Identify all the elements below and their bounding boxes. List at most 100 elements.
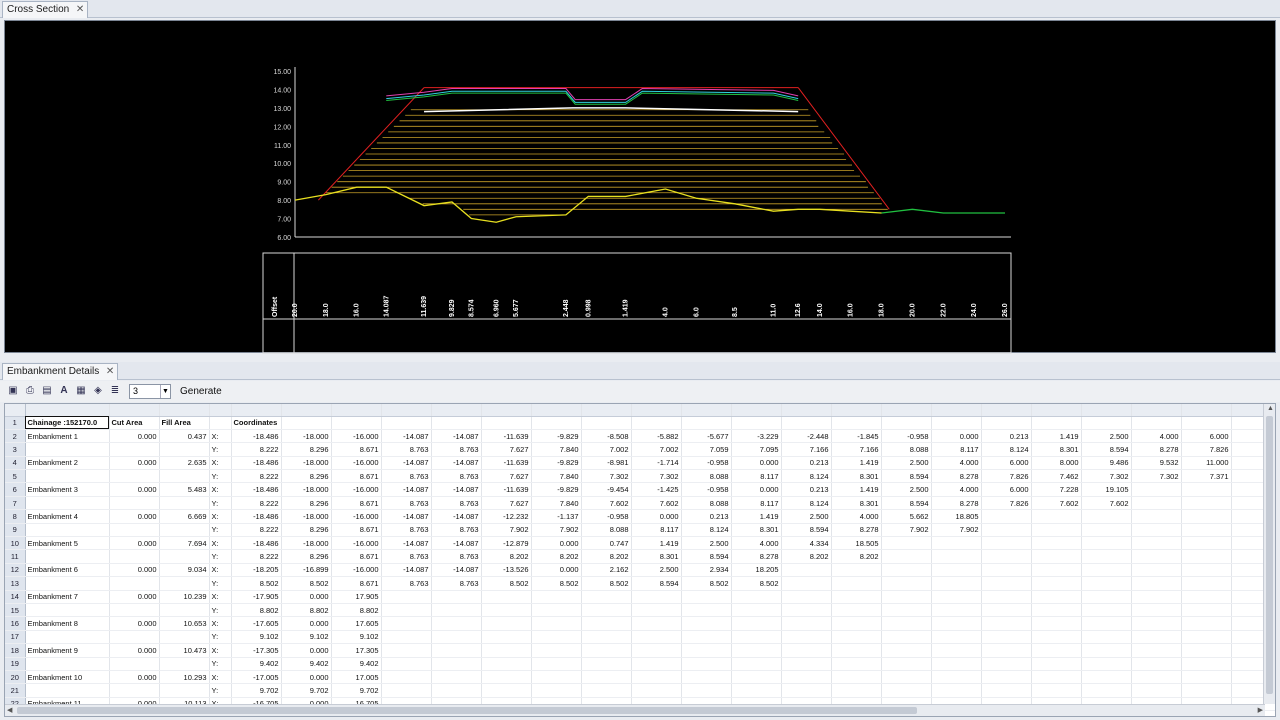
coordinate-cell[interactable]: -14.087 [381, 456, 432, 471]
scroll-right-icon[interactable]: ▶ [1258, 706, 1263, 714]
fill-area-cell[interactable]: 10.473 [159, 643, 210, 658]
coordinate-cell[interactable] [931, 630, 982, 645]
coordinate-cell[interactable]: 17.605 [331, 616, 382, 631]
coordinate-cell[interactable] [1181, 563, 1232, 578]
axis-label-cell[interactable]: Y: [209, 549, 232, 564]
axis-label-cell[interactable]: X: [209, 456, 232, 471]
coordinate-cell[interactable]: -3.229 [731, 429, 782, 444]
coordinate-cell[interactable]: -0.958 [681, 482, 732, 497]
coordinate-cell[interactable]: 8.763 [431, 576, 482, 591]
coordinate-cell[interactable]: 8.278 [831, 523, 882, 538]
coordinate-cell[interactable] [1131, 509, 1182, 524]
coordinate-cell[interactable] [1131, 549, 1182, 564]
column-header[interactable] [381, 404, 432, 417]
coordinate-cell[interactable]: 9.402 [281, 657, 332, 671]
grid-cell[interactable] [731, 416, 782, 430]
coordinate-cell[interactable] [781, 603, 832, 618]
coordinate-cell[interactable]: 0.213 [781, 482, 832, 497]
coordinate-cell[interactable]: 8.000 [1031, 456, 1082, 471]
coordinate-cell[interactable] [681, 643, 732, 658]
coordinate-cell[interactable]: 7.302 [1081, 469, 1132, 484]
cut-area-cell[interactable] [109, 630, 160, 645]
coordinate-cell[interactable] [1181, 482, 1232, 497]
coordinate-cell[interactable]: 8.088 [681, 496, 732, 511]
coordinate-cell[interactable] [1031, 576, 1082, 591]
coordinate-cell[interactable]: 8.763 [381, 576, 432, 591]
coordinate-cell[interactable] [581, 670, 632, 685]
coordinate-cell[interactable]: 9.702 [231, 683, 282, 698]
coordinate-cell[interactable] [931, 643, 982, 658]
coordinate-cell[interactable]: -16.000 [331, 509, 382, 524]
coordinate-cell[interactable]: -11.639 [481, 482, 532, 497]
coordinate-cell[interactable]: 0.000 [531, 563, 582, 578]
fill-area-cell[interactable] [159, 576, 210, 591]
coordinate-cell[interactable]: 8.222 [231, 496, 282, 511]
column-header[interactable] [281, 404, 332, 417]
coordinate-cell[interactable]: 9.486 [1081, 456, 1132, 471]
coordinate-cell[interactable] [1031, 549, 1082, 564]
coordinate-cell[interactable]: 1.419 [731, 509, 782, 524]
coordinate-cell[interactable] [381, 643, 432, 658]
coordinate-cell[interactable] [631, 630, 682, 645]
fill-area-cell[interactable]: 2.635 [159, 456, 210, 471]
grid-cell[interactable] [481, 416, 532, 430]
embankment-name-cell[interactable]: Embankment 8 [25, 616, 110, 631]
column-header[interactable] [831, 404, 882, 417]
coordinate-cell[interactable]: 0.000 [631, 509, 682, 524]
coordinate-cell[interactable] [1181, 549, 1232, 564]
coordinate-cell[interactable] [981, 523, 1032, 538]
coordinate-cell[interactable]: -14.087 [431, 456, 482, 471]
coordinate-cell[interactable] [781, 643, 832, 658]
coordinate-cell[interactable] [981, 536, 1032, 551]
coordinate-cell[interactable] [981, 630, 1032, 645]
coordinate-cell[interactable]: 8.088 [581, 523, 632, 538]
coordinate-cell[interactable]: 7.902 [531, 523, 582, 538]
fill-area-cell[interactable]: 6.669 [159, 509, 210, 524]
coordinate-cell[interactable]: -13.526 [481, 563, 532, 578]
column-header[interactable] [531, 404, 582, 417]
coordinate-cell[interactable] [1131, 657, 1182, 671]
coordinate-cell[interactable]: 8.502 [531, 576, 582, 591]
cut-area-cell[interactable] [109, 657, 160, 671]
grid-cell[interactable] [831, 416, 882, 430]
coordinate-cell[interactable]: 7.627 [481, 442, 532, 457]
coordinate-cell[interactable]: -14.087 [381, 536, 432, 551]
coordinate-cell[interactable] [681, 630, 732, 645]
coordinate-cell[interactable] [881, 563, 932, 578]
coordinate-cell[interactable] [981, 549, 1032, 564]
column-header[interactable] [1181, 404, 1232, 417]
coordinate-cell[interactable]: 7.302 [1131, 469, 1182, 484]
cut-area-cell[interactable]: 0.000 [109, 563, 160, 578]
coordinate-cell[interactable]: -14.087 [381, 509, 432, 524]
coordinate-cell[interactable] [531, 616, 582, 631]
coordinate-cell[interactable]: -17.305 [231, 643, 282, 658]
layer-select[interactable]: 3 ▼ [129, 384, 171, 399]
coordinate-cell[interactable]: -14.087 [381, 482, 432, 497]
coordinate-cell[interactable]: 8.763 [431, 496, 482, 511]
coordinate-cell[interactable]: 8.763 [381, 549, 432, 564]
embankment-name-cell[interactable]: Embankment 1 [25, 429, 110, 444]
row-header[interactable]: 12 [5, 563, 26, 578]
coordinate-cell[interactable]: -14.087 [431, 536, 482, 551]
row-header[interactable]: 2 [5, 429, 26, 444]
coordinate-cell[interactable]: 17.305 [331, 643, 382, 658]
coordinate-cell[interactable] [931, 603, 982, 618]
coordinate-cell[interactable] [681, 683, 732, 698]
embankment-name-cell[interactable]: Embankment 4 [25, 509, 110, 524]
grid-cell[interactable] [1081, 416, 1132, 430]
coordinate-cell[interactable]: -18.486 [231, 536, 282, 551]
coordinate-cell[interactable]: 8.278 [1131, 442, 1182, 457]
coordinate-cell[interactable] [1131, 576, 1182, 591]
grid-cell[interactable] [631, 416, 682, 430]
coordinate-cell[interactable] [531, 630, 582, 645]
vertical-scroll-thumb[interactable] [1266, 416, 1273, 694]
cut-area-cell[interactable]: 0.000 [109, 643, 160, 658]
coordinate-cell[interactable]: -2.448 [781, 429, 832, 444]
grid-cell[interactable] [581, 416, 632, 430]
coordinate-cell[interactable] [831, 630, 882, 645]
embankment-name-cell[interactable]: Embankment 7 [25, 590, 110, 604]
column-header[interactable] [159, 404, 210, 417]
coordinate-cell[interactable]: -9.829 [531, 429, 582, 444]
coordinate-cell[interactable] [1181, 603, 1232, 618]
coordinate-cell[interactable] [1131, 670, 1182, 685]
